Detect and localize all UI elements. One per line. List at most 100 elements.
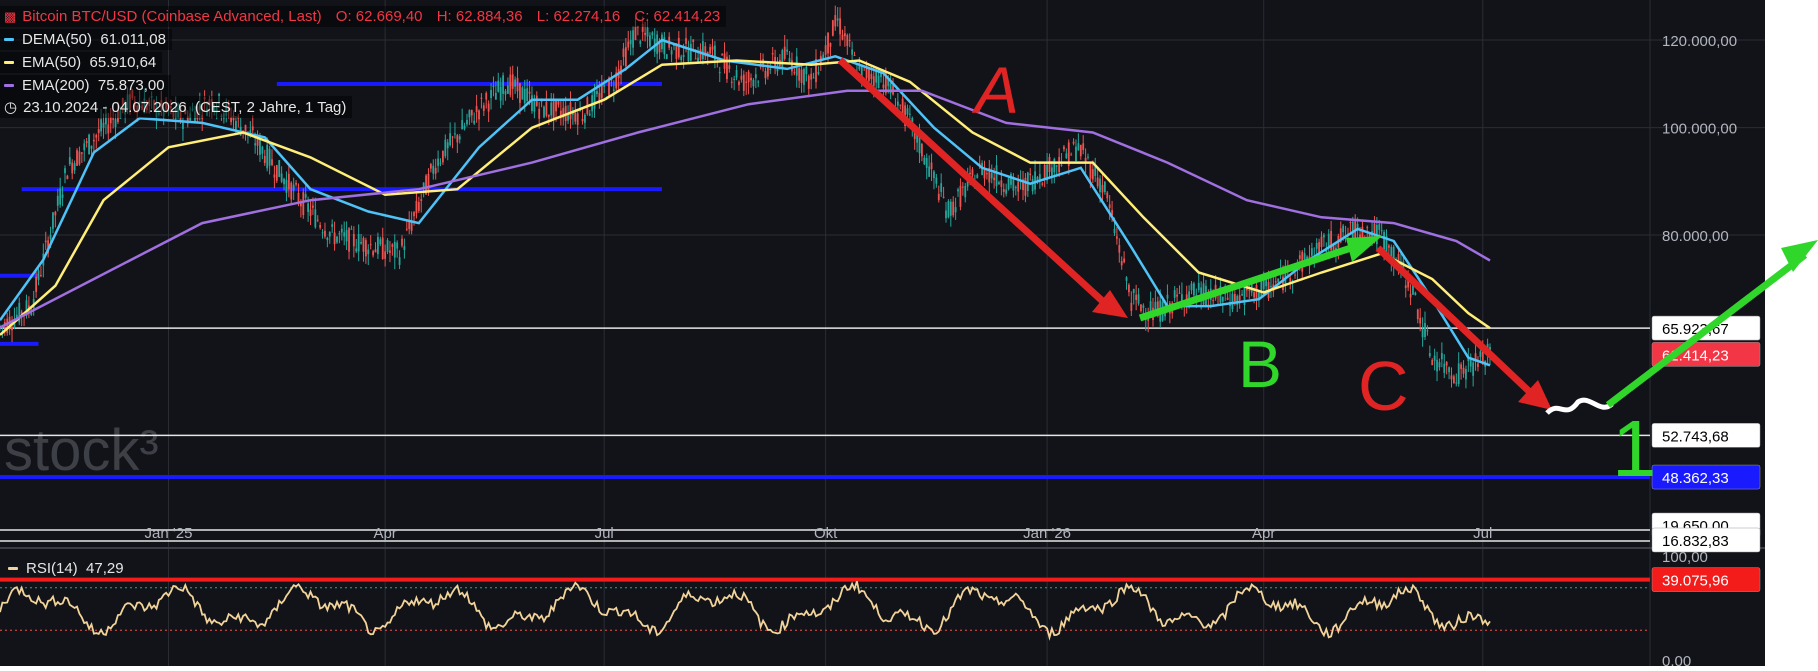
candle-body bbox=[350, 228, 353, 230]
candle-body bbox=[1087, 156, 1089, 158]
candle-body bbox=[64, 168, 66, 174]
candle-body bbox=[1000, 180, 1003, 187]
candle-body bbox=[326, 237, 329, 241]
candle-body bbox=[88, 134, 90, 155]
rsi-legend[interactable]: RSI(14) 47,29 bbox=[8, 560, 124, 577]
candle-body bbox=[490, 89, 492, 99]
legend-ema200[interactable]: EMA(200) 75.873,00 bbox=[0, 75, 171, 96]
candle-body bbox=[908, 113, 911, 115]
candle-body bbox=[872, 76, 875, 86]
candle-body bbox=[1113, 228, 1116, 234]
candle-body bbox=[107, 124, 110, 134]
price-label-text: 52.743,68 bbox=[1662, 428, 1729, 445]
candle-body bbox=[328, 232, 331, 237]
candle-body bbox=[754, 74, 757, 79]
candle-body bbox=[1378, 224, 1381, 230]
dema-name: DEMA(50) bbox=[22, 31, 93, 48]
candle-body bbox=[639, 41, 642, 44]
candle-body bbox=[506, 85, 509, 94]
candle-body bbox=[280, 173, 283, 182]
candle-body bbox=[1140, 304, 1142, 312]
candle-body bbox=[1404, 285, 1407, 289]
candle-body bbox=[1327, 233, 1330, 248]
legend-date-range[interactable]: ◷ 23.10.2024 - 04.07.2026 (CEST, 2 Jahre,… bbox=[0, 96, 353, 118]
candle-body bbox=[432, 165, 435, 174]
y-tick-label: 120.000,00 bbox=[1662, 33, 1737, 50]
candle-body bbox=[1231, 293, 1234, 310]
candle-body bbox=[497, 80, 500, 92]
candle-body bbox=[740, 75, 743, 80]
candle-body bbox=[752, 79, 755, 87]
candle-body bbox=[68, 157, 71, 165]
candle-body bbox=[1477, 363, 1479, 367]
candle-body bbox=[957, 189, 959, 192]
candle-body bbox=[624, 47, 627, 66]
candle-body bbox=[516, 77, 519, 92]
candle-body bbox=[781, 50, 784, 68]
candle-body bbox=[1197, 282, 1200, 290]
legend-dema[interactable]: DEMA(50) 61.011,08 bbox=[0, 29, 172, 50]
candle-body bbox=[95, 135, 98, 138]
candle-body bbox=[947, 201, 950, 218]
candle-body bbox=[986, 173, 988, 175]
candle-body bbox=[76, 150, 78, 166]
symbol-legend[interactable]: ▩ Bitcoin BTC/USD (Coinbase Advanced, Las… bbox=[0, 6, 727, 27]
candle-body bbox=[1178, 292, 1181, 294]
candle-body bbox=[357, 233, 360, 252]
legend-ema50[interactable]: EMA(50) 65.910,64 bbox=[0, 52, 163, 73]
candle-body bbox=[263, 155, 266, 164]
candle-body bbox=[1060, 164, 1063, 166]
candle-body bbox=[547, 114, 550, 117]
candle-body bbox=[827, 32, 829, 54]
candle-body bbox=[40, 274, 42, 276]
candle-body bbox=[812, 77, 815, 79]
candle-body bbox=[52, 212, 54, 229]
candle-body bbox=[1320, 236, 1323, 248]
candle-body bbox=[738, 81, 740, 86]
candle-body bbox=[1274, 281, 1277, 283]
candle-body bbox=[352, 234, 355, 247]
x-tick-label: Jul bbox=[1473, 525, 1492, 542]
candle-body bbox=[581, 118, 584, 122]
candle-body bbox=[685, 38, 687, 44]
candle-body bbox=[545, 101, 548, 116]
candle-body bbox=[634, 26, 637, 40]
candle-body bbox=[427, 173, 430, 193]
candle-body bbox=[543, 106, 545, 118]
candle-body bbox=[466, 120, 468, 125]
candle-body bbox=[750, 77, 752, 81]
candle-body bbox=[1445, 361, 1448, 366]
candle-body bbox=[480, 97, 483, 99]
candle-body bbox=[805, 66, 808, 75]
candle-body bbox=[1053, 159, 1056, 173]
candle-body bbox=[80, 152, 83, 154]
candle-body bbox=[410, 221, 413, 231]
candle-body bbox=[292, 184, 295, 191]
x-tick-label: Jan '26 bbox=[1023, 525, 1071, 542]
candle-body bbox=[324, 230, 326, 237]
price-label: 48.362,33 bbox=[1651, 464, 1761, 490]
candle-body bbox=[475, 106, 478, 113]
candle-body bbox=[1436, 359, 1438, 372]
x-tick-label: Okt bbox=[814, 525, 838, 542]
candle-body bbox=[1255, 285, 1258, 299]
candle-body bbox=[461, 120, 464, 130]
candle-body bbox=[923, 157, 926, 165]
candle-body bbox=[952, 201, 955, 216]
candle-body bbox=[314, 209, 317, 228]
candle-body bbox=[557, 100, 560, 105]
candle-body bbox=[92, 139, 95, 142]
candle-body bbox=[665, 54, 668, 59]
candle-body bbox=[391, 244, 394, 247]
candle-body bbox=[841, 34, 844, 40]
candle-body bbox=[1428, 353, 1431, 357]
candle-body bbox=[925, 158, 928, 168]
candle-body bbox=[786, 49, 789, 52]
candle-body bbox=[56, 195, 59, 206]
symbol-title: Bitcoin BTC/USD (Coinbase Advanced, Last… bbox=[22, 8, 322, 25]
candle-body bbox=[1048, 156, 1051, 172]
candle-body bbox=[728, 65, 731, 69]
candle-body bbox=[1089, 163, 1092, 179]
candle-body bbox=[990, 173, 993, 179]
ohlc-open: O: 62.669,40 bbox=[335, 8, 423, 25]
